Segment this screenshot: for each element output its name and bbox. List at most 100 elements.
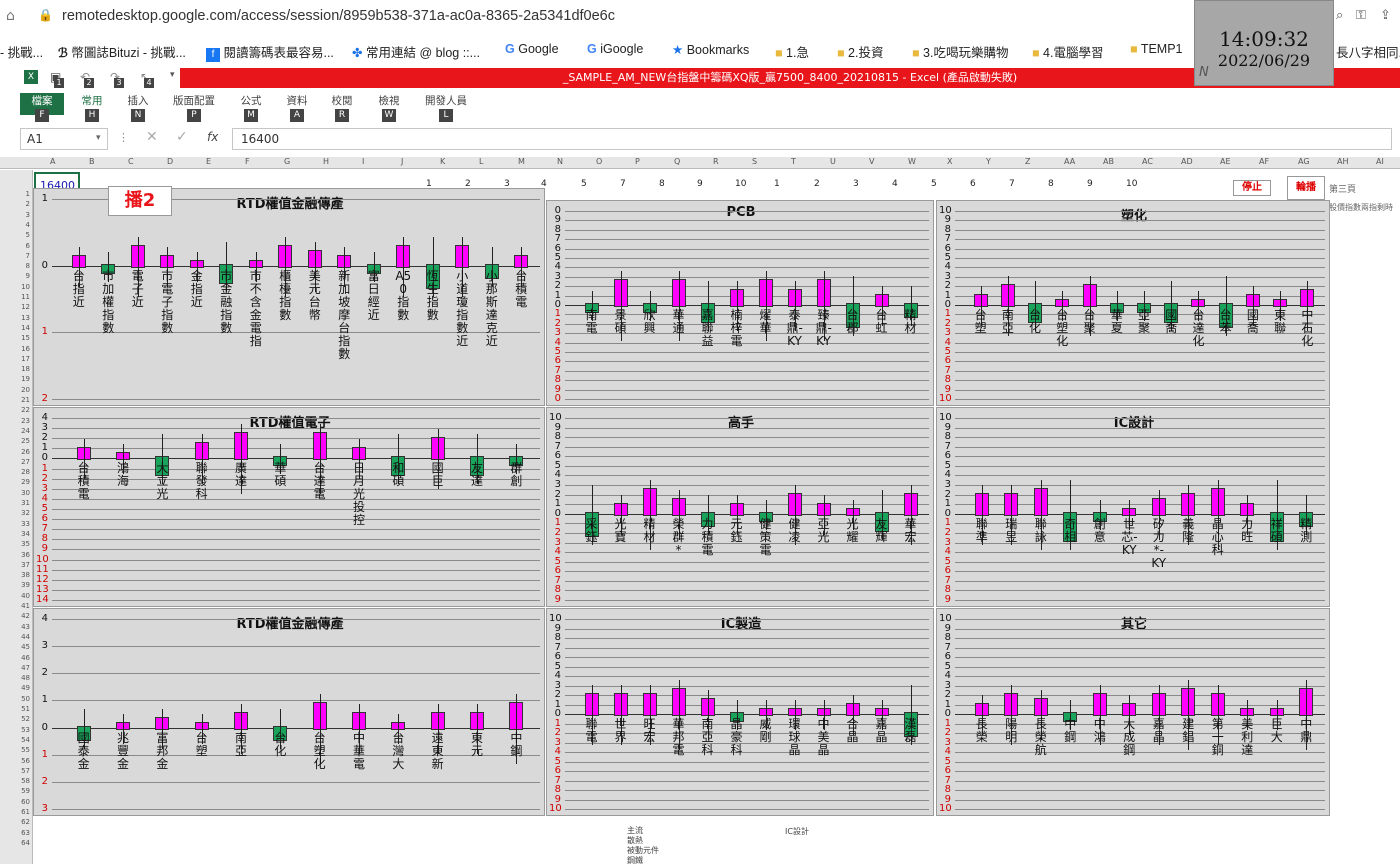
share-icon[interactable]: ⇪	[1380, 8, 1391, 23]
column-header-cell[interactable]: I	[362, 157, 364, 166]
bookmark-item[interactable]: TEMP1	[1141, 42, 1183, 56]
lock-icon[interactable]: 🔒	[38, 8, 53, 22]
tab-home[interactable]: 常用 H	[70, 93, 114, 122]
tab-view[interactable]: 檢視 W	[367, 93, 411, 122]
row-header-cell[interactable]: 26	[0, 448, 30, 456]
row-header-cell[interactable]: 33	[0, 520, 30, 528]
row-header-cell[interactable]: 13	[0, 314, 30, 322]
column-header-cell[interactable]: AA	[1064, 157, 1075, 166]
formula-input[interactable]: 16400	[232, 128, 1392, 150]
row-header-cell[interactable]: 42	[0, 612, 30, 620]
bookmark-item[interactable]: iGoogle	[600, 42, 643, 56]
row-header-cell[interactable]: 34	[0, 530, 30, 538]
bookmark-item[interactable]: 常用連結 @ blog ::...	[366, 46, 480, 60]
row-header-cell[interactable]: 4	[0, 221, 30, 229]
column-header-cell[interactable]: M	[518, 157, 525, 166]
bookmark-item[interactable]: Bookmarks	[687, 43, 750, 57]
row-header-cell[interactable]: 48	[0, 674, 30, 682]
search-icon[interactable]: ⌕	[1336, 8, 1343, 23]
row-header-cell[interactable]: 45	[0, 643, 30, 651]
bookmark-item[interactable]: 閱讀籌碼表最容易...	[223, 46, 333, 60]
column-header-cell[interactable]: B	[89, 157, 95, 166]
row-header-cell[interactable]: 37	[0, 561, 30, 569]
row-header-cell[interactable]: 16	[0, 345, 30, 353]
column-header-cell[interactable]: AH	[1337, 157, 1349, 166]
cancel-icon[interactable]: ✕	[146, 129, 158, 145]
row-header-cell[interactable]: 1	[0, 190, 30, 198]
column-header-cell[interactable]: U	[830, 157, 836, 166]
row-header-cell[interactable]: 20	[0, 386, 30, 394]
bookmark-item[interactable]: 3.吃喝玩樂購物	[923, 46, 1008, 60]
column-header-cell[interactable]: L	[479, 157, 483, 166]
column-header-cell[interactable]: F	[245, 157, 250, 166]
home-icon[interactable]: ⌂	[6, 8, 15, 24]
row-header-cell[interactable]: 40	[0, 592, 30, 600]
row-header-cell[interactable]: 41	[0, 602, 30, 610]
key-icon[interactable]: ⚿	[1356, 8, 1366, 23]
bookmark-item[interactable]: Google	[518, 42, 558, 56]
row-header-cell[interactable]: 59	[0, 787, 30, 795]
row-header-cell[interactable]: 47	[0, 664, 30, 672]
sheet-grid[interactable]: 16400 1 2 3 4 5 7 8 9 10 1 2 3 4 5 6 7 8 9 10 播2 停止 輪播 第三頁…	[33, 170, 1400, 865]
row-header-cell[interactable]: 28	[0, 468, 30, 476]
column-header-cell[interactable]: W	[908, 157, 916, 166]
row-header-cell[interactable]: 58	[0, 777, 30, 785]
column-header-cell[interactable]: D	[167, 157, 173, 166]
column-header-cell[interactable]: AC	[1142, 157, 1153, 166]
chevron-down-icon[interactable]: ▾	[96, 133, 101, 143]
row-header-cell[interactable]: 8	[0, 262, 30, 270]
column-header-cell[interactable]: AE	[1220, 157, 1231, 166]
column-header-cell[interactable]: AG	[1298, 157, 1310, 166]
row-header-cell[interactable]: 7	[0, 252, 30, 260]
row-header-cell[interactable]: 60	[0, 798, 30, 806]
column-header-cell[interactable]: AB	[1103, 157, 1114, 166]
bookmark-item[interactable]: 1.急	[786, 46, 809, 60]
row-header-cell[interactable]: 62	[0, 818, 30, 826]
row-header-cell[interactable]: 17	[0, 355, 30, 363]
row-header-cell[interactable]: 25	[0, 437, 30, 445]
row-header-cell[interactable]: 38	[0, 571, 30, 579]
stop-button[interactable]: 停止	[1233, 180, 1271, 196]
row-header-cell[interactable]: 53	[0, 726, 30, 734]
column-header-cell[interactable]: E	[206, 157, 211, 166]
row-header-cell[interactable]: 18	[0, 365, 30, 373]
tab-developer[interactable]: 開發人員 L	[422, 93, 470, 122]
column-header-cell[interactable]: C	[128, 157, 134, 166]
bookmark-item[interactable]: 幣圖誌Bituzi - 挑戰...	[71, 46, 186, 60]
column-header-cell[interactable]: AI	[1376, 157, 1384, 166]
column-header-cell[interactable]: A	[50, 157, 55, 166]
row-header-cell[interactable]: 50	[0, 695, 30, 703]
row-header-cell[interactable]: 54	[0, 736, 30, 744]
column-header-cell[interactable]: AD	[1181, 157, 1193, 166]
tab-page-layout[interactable]: 版面配置 P	[172, 93, 216, 122]
row-header-cell[interactable]: 12	[0, 303, 30, 311]
row-header-cell[interactable]: 9	[0, 272, 30, 280]
column-header-cell[interactable]: Y	[986, 157, 991, 166]
column-header-cell[interactable]: R	[713, 157, 719, 166]
bookmark-item[interactable]: - 挑戰...	[0, 42, 43, 61]
row-header-cell[interactable]: 30	[0, 489, 30, 497]
row-header-cell[interactable]: 43	[0, 623, 30, 631]
row-header-cell[interactable]: 31	[0, 499, 30, 507]
row-header-cell[interactable]: 5	[0, 231, 30, 239]
row-header-cell[interactable]: 56	[0, 757, 30, 765]
row-header-cell[interactable]: 32	[0, 509, 30, 517]
column-header-cell[interactable]: J	[401, 157, 403, 166]
tab-review[interactable]: 校閱 R	[320, 93, 364, 122]
name-box[interactable]: A1	[20, 128, 108, 150]
column-header-cell[interactable]: Z	[1025, 157, 1030, 166]
row-header-cell[interactable]: 64	[0, 839, 30, 847]
tab-data[interactable]: 資料 A	[275, 93, 319, 122]
column-header-cell[interactable]: P	[635, 157, 640, 166]
row-header-cell[interactable]: 61	[0, 808, 30, 816]
rotate-button[interactable]: 輪播	[1287, 176, 1325, 200]
row-header-cell[interactable]: 44	[0, 633, 30, 641]
column-header-cell[interactable]: O	[596, 157, 602, 166]
row-header-cell[interactable]: 22	[0, 406, 30, 414]
row-header-cell[interactable]: 63	[0, 829, 30, 837]
bookmark-item[interactable]: 4.電腦學習	[1043, 46, 1103, 60]
column-header-cell[interactable]: G	[284, 157, 290, 166]
column-header-cell[interactable]: V	[869, 157, 874, 166]
qat-dropdown-icon[interactable]: ▾	[170, 70, 175, 80]
row-header-cell[interactable]: 46	[0, 654, 30, 662]
